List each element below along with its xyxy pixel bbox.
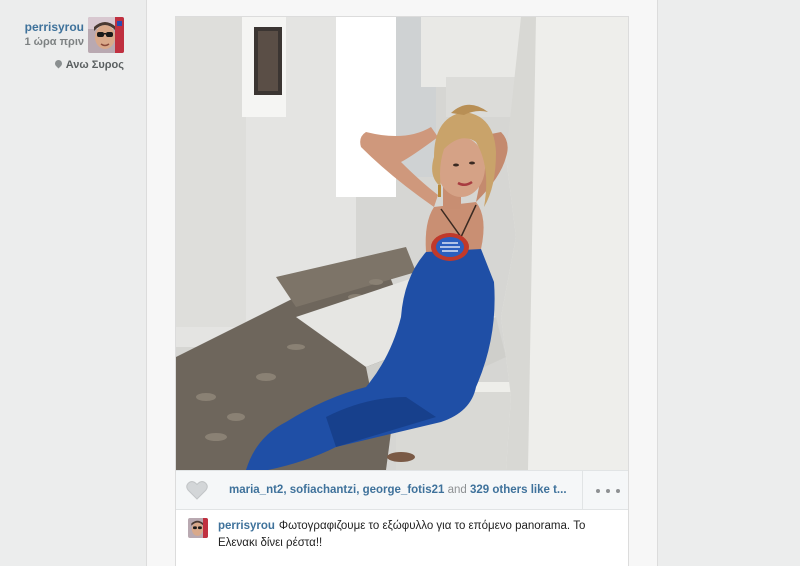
likes-divider	[582, 471, 583, 509]
avatar[interactable]	[88, 17, 124, 53]
liker-link[interactable]: sofiachantzi	[290, 484, 356, 496]
caption-avatar[interactable]	[188, 518, 208, 538]
likes-bar: maria_nt2, sofiachantzi, george_fotis21 …	[176, 470, 628, 510]
heart-icon[interactable]	[186, 480, 208, 500]
caption-text-block: perrisyrou Φωτογραφιζουμε το εξώφυλλο για…	[218, 518, 618, 552]
left-gutter	[0, 0, 146, 566]
ellipsis-icon[interactable]	[594, 483, 622, 497]
post-card: maria_nt2, sofiachantzi, george_fotis21 …	[176, 17, 628, 566]
likes-and-word: and	[447, 484, 467, 496]
location-label: Ανω Συρος	[65, 59, 124, 71]
liker-link[interactable]: maria_nt2	[229, 484, 283, 496]
post-time[interactable]: 1 ώρα πριν	[0, 36, 85, 48]
caption-username-link[interactable]: perrisyrou	[218, 520, 275, 532]
likes-others-link[interactable]: 329 others like t...	[470, 484, 567, 496]
caption-comment: perrisyrou Φωτογραφιζουμε το εξώφυλλο για…	[176, 510, 628, 566]
post-photo[interactable]	[176, 17, 628, 470]
liker-link[interactable]: george_fotis21	[363, 484, 445, 496]
likes-summary: maria_nt2, sofiachantzi, george_fotis21 …	[229, 484, 567, 496]
post-location[interactable]: Ανω Συρος	[0, 58, 124, 71]
post-username-link[interactable]: perrisyrou	[0, 20, 84, 34]
map-pin-icon	[53, 58, 64, 69]
